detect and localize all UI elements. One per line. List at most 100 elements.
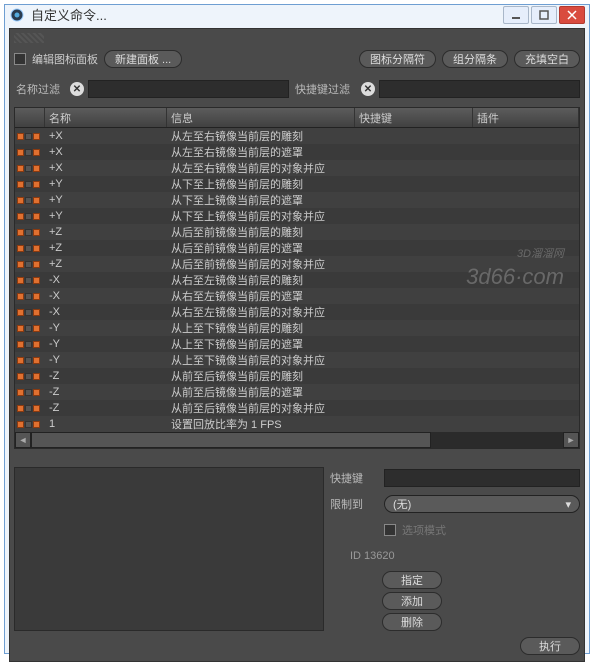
- group-separator-button[interactable]: 组分隔条: [442, 50, 508, 68]
- row-icon: [17, 389, 24, 396]
- col-info[interactable]: 信息: [167, 108, 355, 127]
- row-icon: [25, 197, 32, 204]
- row-icon: [17, 245, 24, 252]
- row-icon: [25, 165, 32, 172]
- row-name: 1: [45, 418, 167, 430]
- row-icon: [25, 245, 32, 252]
- titlebar[interactable]: 自定义命令...: [5, 5, 589, 24]
- scroll-thumb[interactable]: [31, 432, 431, 448]
- table-row[interactable]: +X从左至右镜像当前层的雕刻: [15, 128, 579, 144]
- detail-shortcut-input[interactable]: [384, 469, 580, 487]
- table-row[interactable]: -X从右至左镜像当前层的遮罩: [15, 288, 579, 304]
- row-name: +X: [45, 146, 167, 158]
- row-name: -X: [45, 290, 167, 302]
- row-name: +Y: [45, 194, 167, 206]
- row-icon: [33, 357, 40, 364]
- row-info: 从前至后镜像当前层的遮罩: [167, 384, 355, 400]
- delete-button[interactable]: 删除: [382, 613, 442, 631]
- detail-shortcut-label: 快捷键: [330, 470, 378, 486]
- scroll-right-icon[interactable]: ►: [563, 432, 579, 448]
- row-name: +Y: [45, 210, 167, 222]
- row-info: 从下至上镜像当前层的雕刻: [167, 176, 355, 192]
- dock-grip[interactable]: [14, 33, 44, 43]
- row-icon: [33, 261, 40, 268]
- row-icon: [33, 309, 40, 316]
- icon-separator-button[interactable]: 图标分隔符: [359, 50, 436, 68]
- row-icon: [33, 405, 40, 412]
- shortcut-filter-input[interactable]: [379, 80, 580, 98]
- table-row[interactable]: -X从右至左镜像当前层的雕刻: [15, 272, 579, 288]
- row-icon: [17, 133, 24, 140]
- row-info: 从上至下镜像当前层的对象并应: [167, 352, 355, 368]
- row-icon: [33, 293, 40, 300]
- row-icon: [25, 373, 32, 380]
- row-icon: [17, 421, 24, 428]
- option-mode-label: 选项模式: [402, 522, 446, 538]
- row-icon: [25, 293, 32, 300]
- maximize-button[interactable]: [531, 6, 557, 24]
- row-icon: [33, 133, 40, 140]
- option-mode-checkbox[interactable]: [384, 524, 396, 536]
- shortcut-filter-clear-icon[interactable]: ✕: [361, 82, 375, 96]
- table-row[interactable]: +Y从下至上镜像当前层的遮罩: [15, 192, 579, 208]
- row-icon: [25, 213, 32, 220]
- row-icon: [25, 341, 32, 348]
- row-info: 设置回放比率为 1 FPS: [167, 416, 355, 432]
- row-info: 从后至前镜像当前层的遮罩: [167, 240, 355, 256]
- name-filter-input[interactable]: [88, 80, 289, 98]
- row-info: 从右至左镜像当前层的遮罩: [167, 288, 355, 304]
- table-row[interactable]: -Y从上至下镜像当前层的雕刻: [15, 320, 579, 336]
- execute-button[interactable]: 执行: [520, 637, 580, 655]
- row-icon: [33, 213, 40, 220]
- row-name: +Y: [45, 178, 167, 190]
- table-row[interactable]: -Z从前至后镜像当前层的对象并应: [15, 400, 579, 416]
- col-shortcut[interactable]: 快捷键: [355, 108, 473, 127]
- table-row[interactable]: +Y从下至上镜像当前层的雕刻: [15, 176, 579, 192]
- new-palette-button[interactable]: 新建面板 ...: [104, 50, 182, 68]
- row-icon: [25, 421, 32, 428]
- table-row[interactable]: +Y从下至上镜像当前层的对象并应: [15, 208, 579, 224]
- shortcut-filter-label: 快捷键过滤: [293, 81, 357, 97]
- row-icon: [25, 229, 32, 236]
- close-button[interactable]: [559, 6, 585, 24]
- row-icon: [33, 421, 40, 428]
- row-icon: [17, 373, 24, 380]
- col-name[interactable]: 名称: [45, 108, 167, 127]
- row-info: 从右至左镜像当前层的雕刻: [167, 272, 355, 288]
- table-row[interactable]: 1设置回放比率为 1 FPS: [15, 416, 579, 432]
- row-name: -X: [45, 306, 167, 318]
- assign-button[interactable]: 指定: [382, 571, 442, 589]
- minimize-button[interactable]: [503, 6, 529, 24]
- table-row[interactable]: -Y从上至下镜像当前层的对象并应: [15, 352, 579, 368]
- row-icon: [17, 357, 24, 364]
- row-icon: [33, 197, 40, 204]
- edit-palette-label: 编辑图标面板: [32, 51, 98, 67]
- app-icon: [9, 7, 25, 23]
- table-row[interactable]: +Z从后至前镜像当前层的对象并应: [15, 256, 579, 272]
- table-row[interactable]: +X从左至右镜像当前层的对象并应: [15, 160, 579, 176]
- row-icon: [33, 229, 40, 236]
- table-row[interactable]: +X从左至右镜像当前层的遮罩: [15, 144, 579, 160]
- h-scrollbar[interactable]: ◄ ►: [15, 432, 579, 448]
- add-button[interactable]: 添加: [382, 592, 442, 610]
- detail-restrict-combo[interactable]: (无) ▾: [384, 495, 580, 513]
- row-info: 从前至后镜像当前层的雕刻: [167, 368, 355, 384]
- row-icon: [33, 245, 40, 252]
- detail-preview: [14, 467, 324, 631]
- edit-palette-checkbox[interactable]: [14, 53, 26, 65]
- table-row[interactable]: +Z从后至前镜像当前层的雕刻: [15, 224, 579, 240]
- row-name: -Z: [45, 370, 167, 382]
- table-row[interactable]: -Y从上至下镜像当前层的遮罩: [15, 336, 579, 352]
- table-row[interactable]: +Z从后至前镜像当前层的遮罩: [15, 240, 579, 256]
- col-plugin[interactable]: 插件: [473, 108, 579, 127]
- scroll-left-icon[interactable]: ◄: [15, 432, 31, 448]
- row-icon: [25, 325, 32, 332]
- window-title: 自定义命令...: [31, 5, 503, 24]
- name-filter-clear-icon[interactable]: ✕: [70, 82, 84, 96]
- row-info: 从上至下镜像当前层的遮罩: [167, 336, 355, 352]
- row-icon: [17, 261, 24, 268]
- fill-blank-button[interactable]: 充填空白: [514, 50, 580, 68]
- table-row[interactable]: -Z从前至后镜像当前层的遮罩: [15, 384, 579, 400]
- table-row[interactable]: -X从右至左镜像当前层的对象并应: [15, 304, 579, 320]
- table-row[interactable]: -Z从前至后镜像当前层的雕刻: [15, 368, 579, 384]
